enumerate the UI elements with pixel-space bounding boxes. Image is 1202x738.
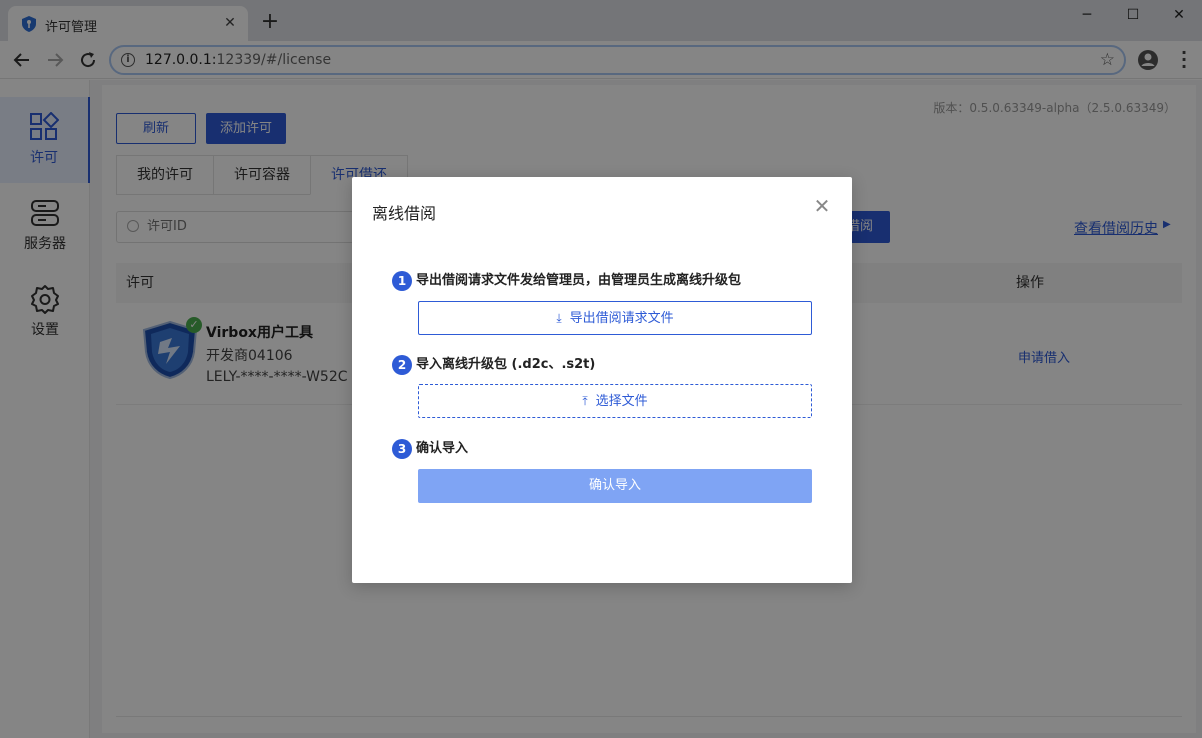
export-button-label: 导出借阅请求文件	[569, 311, 674, 326]
export-request-button[interactable]: ⤓ 导出借阅请求文件	[418, 301, 812, 335]
step-description: 确认导入	[416, 441, 469, 456]
confirm-import-button[interactable]: 确认导入	[418, 469, 812, 503]
upload-icon: ⤒	[582, 394, 588, 408]
select-button-label: 选择文件	[595, 394, 648, 409]
download-icon: ⤓	[556, 311, 562, 325]
dialog-title: 离线借阅	[372, 204, 437, 223]
step-description: 导出借阅请求文件发给管理员，由管理员生成离线升级包	[416, 273, 742, 288]
step-description: 导入离线升级包 (.d2c、.s2t)	[416, 357, 596, 372]
step-number: 3	[392, 439, 412, 459]
select-file-button[interactable]: ⤒ 选择文件	[418, 384, 812, 418]
close-icon[interactable]: ✕	[813, 196, 831, 216]
step-number: 2	[392, 355, 412, 375]
offline-borrow-dialog: 离线借阅 ✕ 1 导出借阅请求文件发给管理员，由管理员生成离线升级包 ⤓ 导出借阅…	[352, 177, 852, 583]
step-number: 1	[392, 271, 412, 291]
